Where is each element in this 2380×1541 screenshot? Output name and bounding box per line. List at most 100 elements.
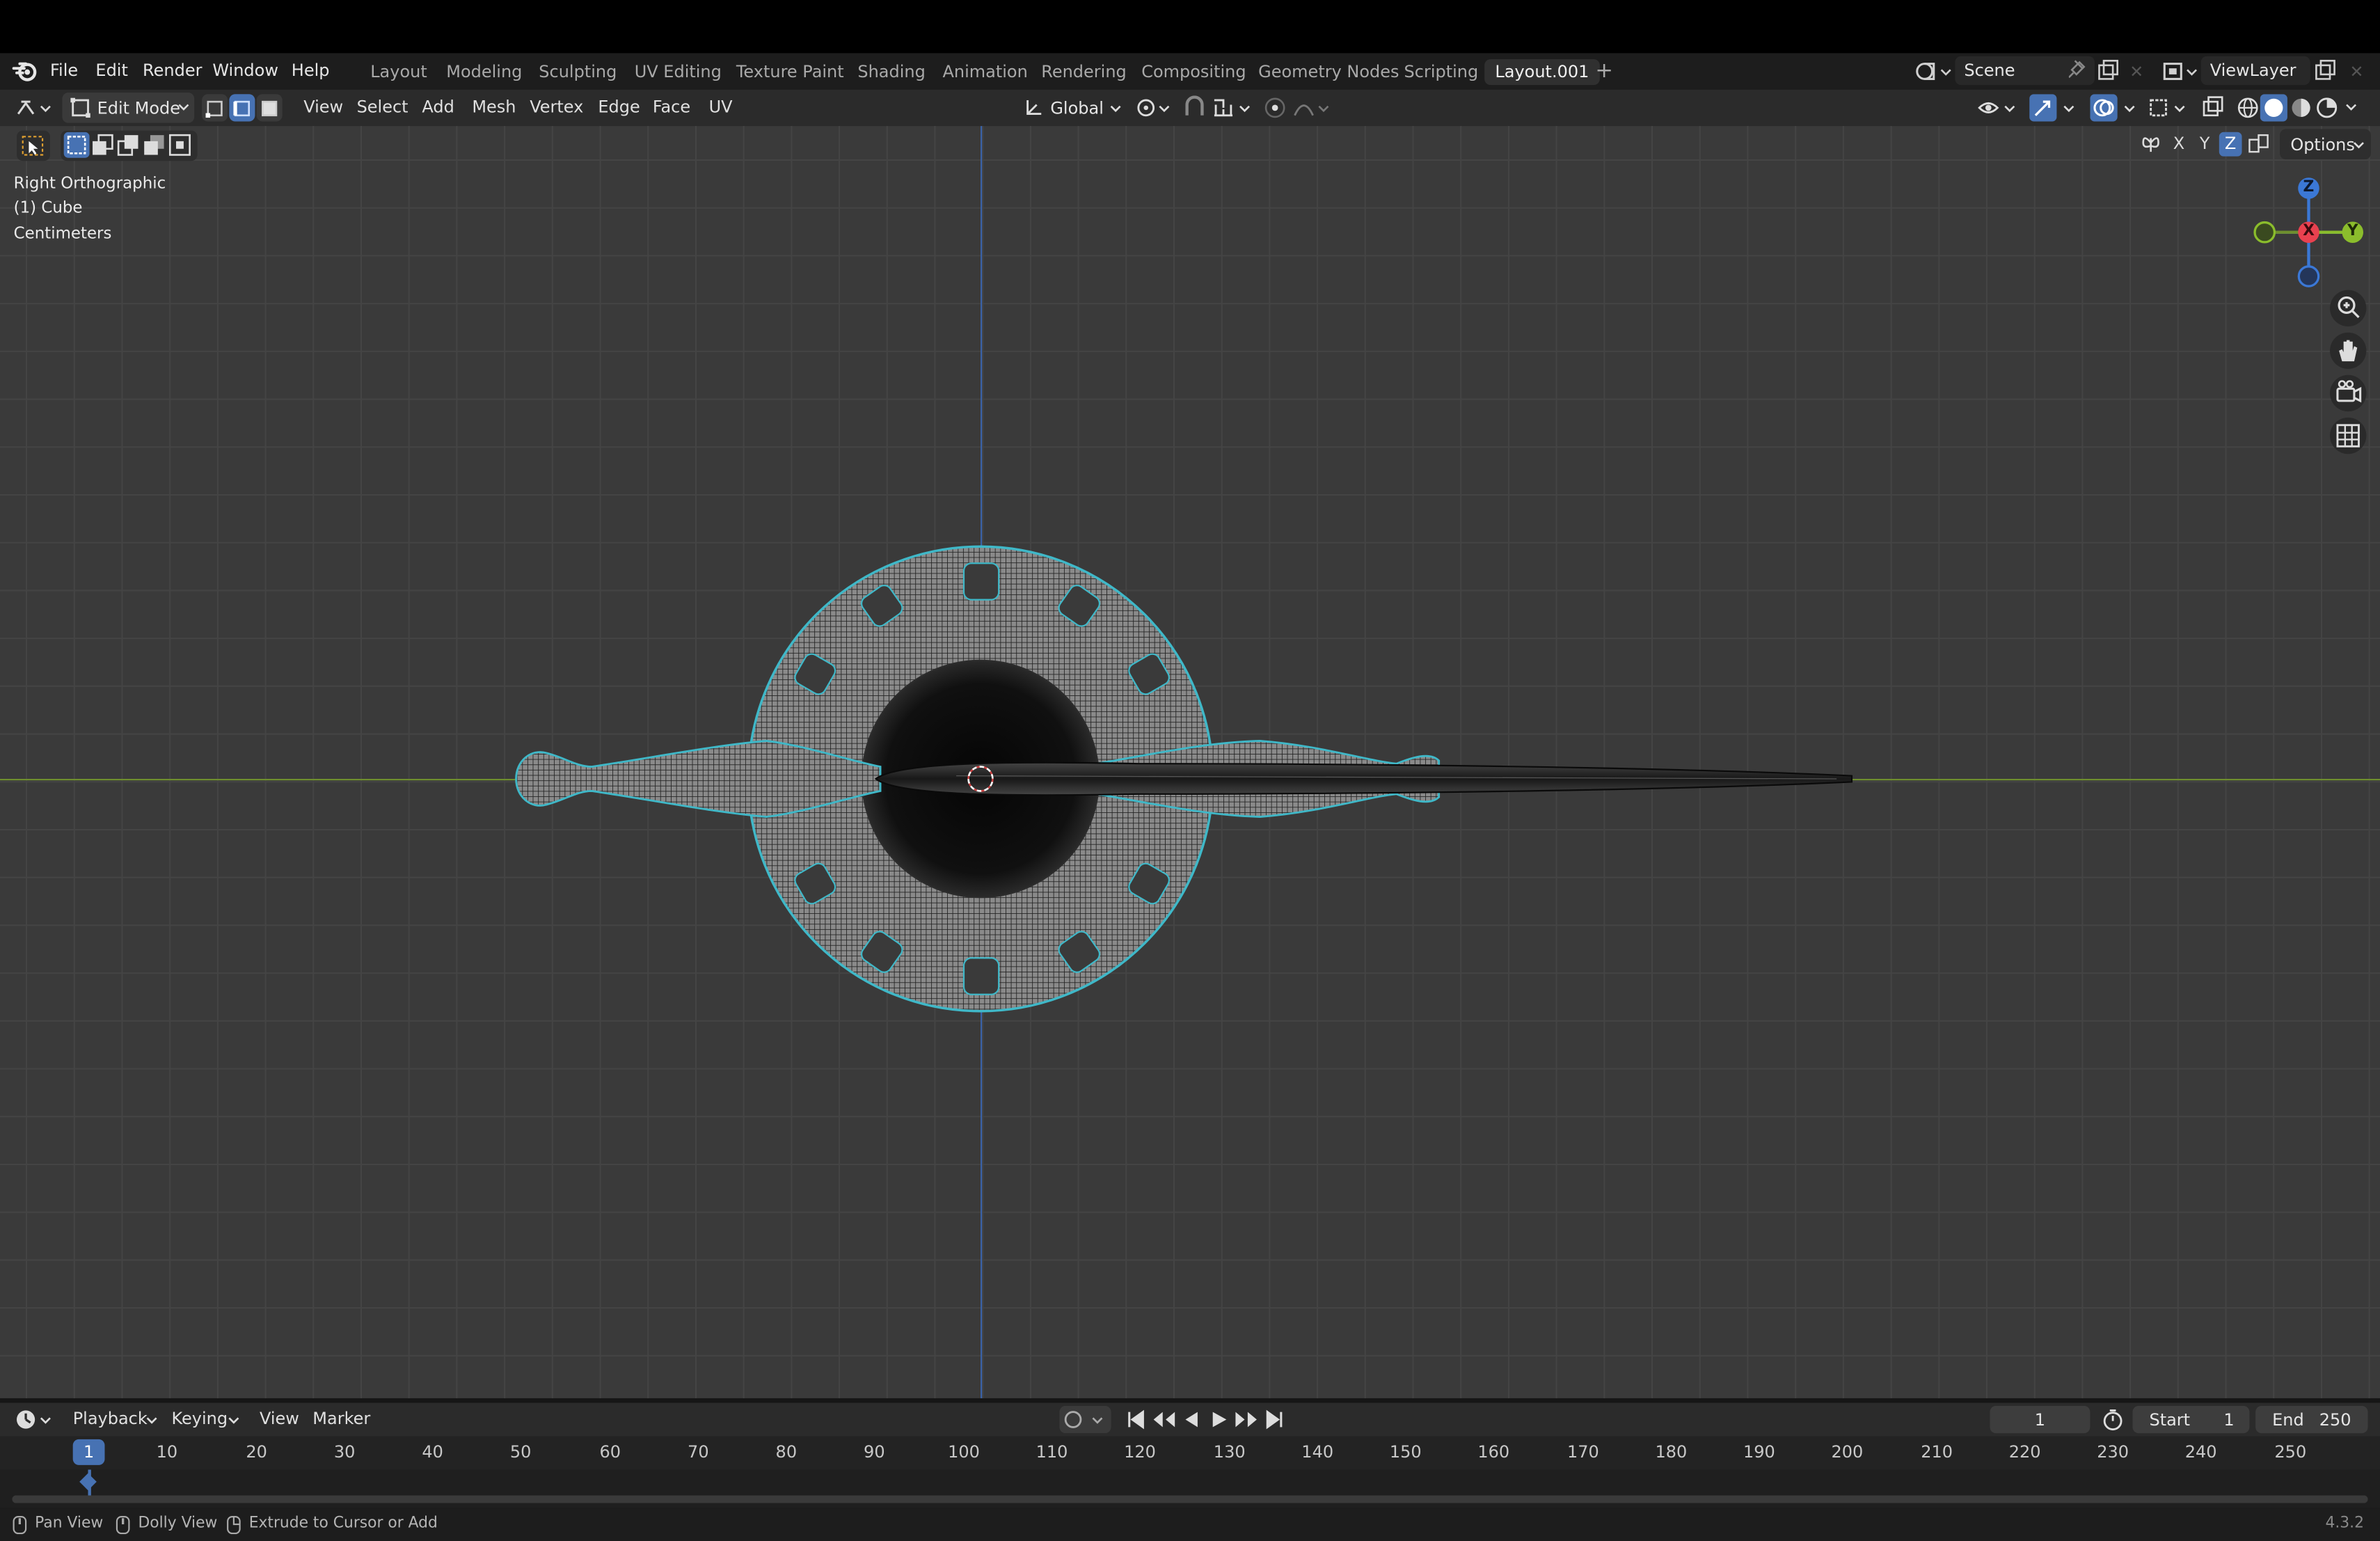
rendered-shading-icon[interactable]	[2315, 95, 2339, 120]
delete-view-layer-icon[interactable]: ✕	[2349, 62, 2363, 81]
menu-edit[interactable]: Edit	[95, 61, 127, 80]
mode-selector[interactable]: Edit Mode	[62, 93, 195, 123]
tab-layout[interactable]: Layout	[370, 62, 427, 81]
navigation-gizmo[interactable]: Z X Y	[2246, 171, 2367, 293]
menu-timeline-view[interactable]: View	[260, 1409, 299, 1428]
menu-window[interactable]: Window	[212, 61, 278, 80]
xray-toggle-icon[interactable]	[2201, 95, 2226, 120]
tab-rendering[interactable]: Rendering	[1041, 62, 1127, 81]
menu-vertex[interactable]: Vertex	[530, 97, 583, 117]
menu-file[interactable]: File	[50, 61, 78, 80]
current-frame-field[interactable]: 1	[1990, 1405, 2091, 1434]
proportional-editing-icon[interactable]	[1263, 95, 1287, 120]
wireframe-shading-icon[interactable]	[2236, 95, 2260, 120]
tab-geometry-nodes[interactable]: Geometry Nodes	[1258, 62, 1399, 81]
jump-to-start-icon[interactable]	[1125, 1409, 1146, 1430]
menu-playback[interactable]: Playback	[73, 1409, 148, 1428]
blender-logo-icon[interactable]	[12, 59, 38, 82]
keyframe-marker-icon[interactable]	[79, 1473, 97, 1491]
mesh-object[interactable]	[501, 536, 1867, 1022]
timeline-editor-type-icon[interactable]	[14, 1407, 56, 1432]
menu-select[interactable]: Select	[357, 97, 408, 117]
start-frame-field[interactable]: Start 1	[2132, 1405, 2250, 1434]
tab-modeling[interactable]: Modeling	[446, 62, 522, 81]
transform-orientation-dropdown[interactable]: Global	[1017, 93, 1126, 123]
menu-keying[interactable]: Keying	[171, 1409, 228, 1428]
delete-scene-icon[interactable]: ✕	[2129, 62, 2143, 81]
shading-options-chevron-icon[interactable]	[2345, 103, 2357, 112]
face-select-button[interactable]	[256, 94, 283, 122]
jump-to-end-icon[interactable]	[1264, 1409, 1286, 1430]
select-new-icon[interactable]	[63, 132, 90, 158]
edge-select-button[interactable]	[229, 94, 255, 122]
auto-keying-button[interactable]	[1059, 1405, 1111, 1434]
select-extend-icon[interactable]	[91, 134, 116, 158]
gizmo-toggle-icon[interactable]	[2029, 94, 2081, 122]
menu-edge[interactable]: Edge	[598, 97, 640, 117]
tab-texture-paint[interactable]: Texture Paint	[736, 62, 844, 81]
menu-mesh[interactable]: Mesh	[472, 97, 516, 117]
new-scene-icon[interactable]	[2097, 59, 2119, 81]
play-reverse-icon[interactable]	[1181, 1409, 1203, 1430]
select-subtract-icon[interactable]	[117, 134, 141, 158]
menu-help[interactable]: Help	[292, 61, 330, 80]
material-preview-icon[interactable]	[2289, 95, 2313, 120]
timeline-scrollbar[interactable]	[12, 1495, 2368, 1503]
scene-field[interactable]: Scene	[1955, 56, 2095, 86]
3d-viewport[interactable]: Right Orthographic (1) Cube Centimeters	[0, 126, 2380, 1398]
snap-toggle-icon[interactable]	[1181, 95, 1208, 120]
mirror-y-button[interactable]: Y	[2193, 132, 2216, 157]
camera-view-icon[interactable]	[2330, 374, 2367, 412]
butterfly-icon[interactable]	[2140, 134, 2161, 155]
topology-mirror-icon[interactable]	[2248, 134, 2269, 155]
tab-compositing[interactable]: Compositing	[1141, 62, 1246, 81]
menu-view[interactable]: View	[303, 97, 343, 117]
playhead-frame-indicator[interactable]: 1	[72, 1439, 105, 1465]
view-layer-icon[interactable]	[2161, 59, 2198, 84]
solid-shading-icon[interactable]	[2260, 94, 2287, 122]
tab-animation[interactable]: Animation	[942, 62, 1027, 81]
add-workspace-icon[interactable]: +	[1595, 61, 1613, 82]
options-dropdown[interactable]: Options	[2280, 129, 2371, 160]
menu-face[interactable]: Face	[653, 97, 690, 117]
preview-range-icon[interactable]	[2101, 1407, 2125, 1432]
menu-marker[interactable]: Marker	[312, 1409, 370, 1428]
snap-target-icon[interactable]	[1212, 95, 1254, 120]
play-icon[interactable]	[1208, 1409, 1230, 1430]
gizmo-z-axis[interactable]: Z	[2298, 177, 2319, 199]
tab-scripting[interactable]: Scripting	[1404, 62, 1479, 81]
tab-layout-001[interactable]: Layout.001	[1484, 59, 1600, 86]
next-keyframe-icon[interactable]	[1234, 1409, 1258, 1430]
mirror-x-button[interactable]: X	[2168, 132, 2191, 157]
view-layer-field[interactable]: ViewLayer	[2200, 56, 2310, 86]
end-frame-field[interactable]: End 250	[2255, 1405, 2368, 1434]
zoom-icon[interactable]	[2330, 290, 2367, 326]
pivot-point-icon[interactable]	[1134, 95, 1176, 120]
falloff-icon[interactable]	[1292, 95, 1331, 120]
pan-hand-icon[interactable]	[2330, 332, 2367, 370]
mirror-z-button[interactable]: Z	[2219, 132, 2242, 157]
previous-keyframe-icon[interactable]	[1152, 1409, 1176, 1430]
scene-icon[interactable]	[1916, 59, 1952, 84]
timeline-ruler[interactable]: 1 10 20 30 40 50 60 70 80 90 100 110 120…	[0, 1436, 2380, 1470]
overlays-toggle-icon[interactable]	[2090, 94, 2141, 122]
menu-uv[interactable]: UV	[709, 97, 733, 117]
timeline-area[interactable]	[0, 1469, 2380, 1508]
gizmo-x-axis[interactable]: X	[2298, 221, 2319, 244]
gizmo-y-axis[interactable]: Y	[2342, 221, 2364, 244]
visibility-eye-icon[interactable]	[1978, 95, 2020, 120]
select-invert-icon[interactable]	[143, 134, 167, 158]
new-view-layer-icon[interactable]	[2315, 59, 2336, 81]
perspective-grid-icon[interactable]	[2330, 417, 2367, 455]
mesh-edit-overlays-icon[interactable]	[2146, 95, 2191, 120]
tab-uv-editing[interactable]: UV Editing	[635, 62, 722, 81]
tab-sculpting[interactable]: Sculpting	[539, 62, 617, 81]
select-box-tool-button[interactable]	[16, 130, 50, 161]
pin-icon[interactable]	[2068, 59, 2087, 79]
tab-shading[interactable]: Shading	[857, 62, 925, 81]
menu-render[interactable]: Render	[143, 61, 202, 80]
vertex-select-button[interactable]	[202, 94, 228, 122]
editor-type-icon[interactable]	[14, 95, 56, 120]
menu-add[interactable]: Add	[422, 97, 454, 117]
select-intersect-icon[interactable]	[168, 134, 193, 158]
